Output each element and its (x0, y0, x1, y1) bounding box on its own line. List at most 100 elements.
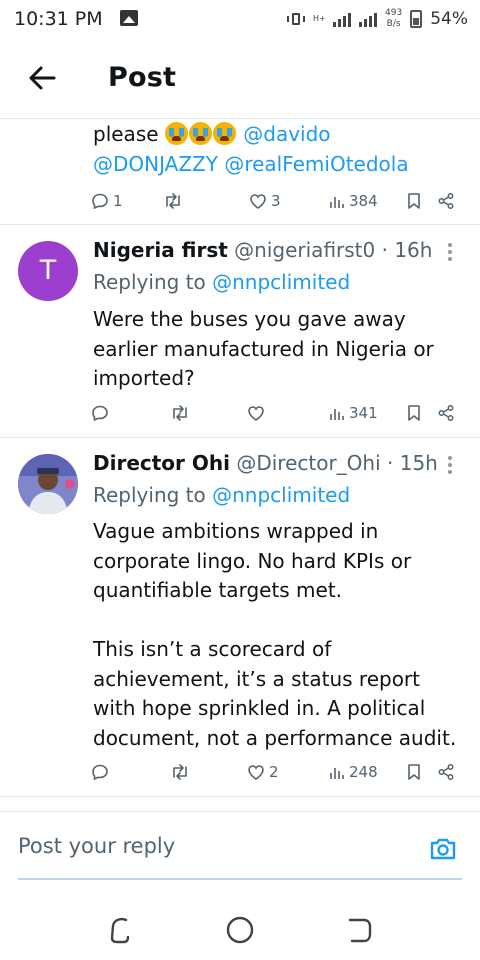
mention-link[interactable]: @davido (243, 122, 330, 146)
header-divider (0, 118, 480, 119)
replying-to: Replying to @nnpclimited (93, 270, 351, 294)
repost-button[interactable] (170, 401, 194, 425)
status-time: 10:31 PM (14, 8, 103, 30)
mention-link[interactable]: @nnpclimited (212, 483, 350, 507)
author-handle[interactable]: @nigeriafirst0 (234, 238, 375, 262)
repost-icon (173, 405, 187, 421)
battery-percent: 54% (430, 9, 468, 29)
crying-emoji (164, 122, 188, 145)
reply-button[interactable]: 1 (91, 189, 123, 213)
back-nav-icon (348, 918, 372, 943)
home-icon (226, 916, 254, 944)
repost-button[interactable] (163, 189, 187, 213)
share-icon (438, 405, 454, 421)
views-button[interactable]: 384 (329, 189, 378, 213)
tweet-divider (0, 796, 480, 797)
recents-icon (110, 917, 130, 944)
views-icon (330, 197, 344, 208)
reply-composer[interactable]: Post your reply (18, 824, 462, 880)
back-button[interactable] (26, 62, 58, 94)
crying-emoji (212, 122, 236, 145)
tweet-time: · 15h (387, 451, 438, 475)
reply-button[interactable] (91, 401, 113, 425)
like-count: 2 (269, 763, 279, 781)
reply-count: 1 (113, 192, 123, 210)
mention-link[interactable]: @DONJAZZY (93, 152, 218, 176)
repost-button[interactable] (170, 760, 194, 784)
like-count: 3 (271, 192, 281, 210)
tweet-divider (0, 437, 480, 438)
repost-icon (173, 764, 187, 780)
camera-button[interactable] (428, 834, 458, 864)
heart-icon (248, 405, 264, 421)
tweet-text: Were the buses you gave away earlier man… (93, 307, 434, 390)
signal-icon (359, 11, 378, 27)
composer-divider (0, 811, 480, 812)
tweet-divider (0, 224, 480, 225)
views-icon (330, 409, 344, 420)
bookmark-button[interactable] (407, 189, 421, 213)
tweet-author-row: Director Ohi @Director_Ohi · 15h (93, 451, 438, 479)
app-header: Post (0, 40, 480, 118)
bookmark-button[interactable] (407, 760, 421, 784)
like-button[interactable]: 2 (247, 760, 279, 784)
views-count: 248 (349, 763, 378, 781)
views-button[interactable]: 341 (329, 401, 378, 425)
signal-icon (333, 11, 352, 27)
tweet-actions: 1 3 384 (91, 189, 461, 213)
bookmark-icon (408, 405, 420, 421)
more-options-icon[interactable] (446, 243, 454, 265)
mention-link[interactable]: @realFemiOtedola (224, 152, 408, 176)
reply-icon (92, 405, 108, 422)
views-count: 341 (349, 404, 378, 422)
repost-icon (166, 193, 180, 209)
tweet-actions: 341 (91, 401, 461, 425)
avatar[interactable] (18, 454, 78, 514)
author-name[interactable]: Nigeria first (93, 238, 228, 262)
arrow-left-icon (29, 66, 56, 90)
tweet-text: Vague ambitions wrapped in corporate lin… (93, 519, 457, 750)
tweet-text: please @davido @DONJAZZY @realFemiOtedol… (93, 122, 409, 176)
avatar-photo (18, 454, 78, 514)
share-icon (438, 764, 454, 780)
composer-underline (18, 878, 462, 880)
replying-to: Replying to @nnpclimited (93, 483, 351, 507)
network-type: H+ (313, 14, 326, 23)
like-button[interactable]: 3 (249, 189, 281, 213)
reply-icon (92, 764, 108, 781)
status-bar: 10:31 PM H+ 493 B/s 54% (0, 0, 480, 40)
back-nav-button[interactable] (340, 910, 380, 950)
page-title: Post (108, 62, 177, 93)
bookmark-button[interactable] (407, 401, 421, 425)
mention-link[interactable]: @nnpclimited (212, 270, 350, 294)
recents-button[interactable] (100, 910, 140, 950)
heart-icon (250, 193, 266, 209)
views-icon (330, 768, 344, 779)
views-button[interactable]: 248 (329, 760, 378, 784)
share-button[interactable] (437, 760, 455, 784)
home-button[interactable] (220, 910, 260, 950)
reply-input[interactable]: Post your reply (18, 834, 175, 858)
tweet-actions: 2 248 (91, 760, 461, 784)
views-count: 384 (349, 192, 378, 210)
author-name[interactable]: Director Ohi (93, 451, 230, 475)
tweet-time: · 16h (381, 238, 433, 262)
bookmark-icon (408, 764, 420, 780)
author-handle[interactable]: @Director_Ohi (236, 451, 380, 475)
crying-emoji (188, 122, 212, 145)
more-options-icon[interactable] (446, 456, 454, 478)
gallery-icon (120, 10, 138, 26)
battery-icon (410, 10, 423, 28)
share-button[interactable] (437, 189, 455, 213)
reply-icon (92, 193, 108, 210)
reply-button[interactable] (91, 760, 113, 784)
share-icon (438, 193, 454, 209)
system-nav-bar (0, 900, 480, 960)
share-button[interactable] (437, 401, 455, 425)
like-button[interactable] (247, 401, 269, 425)
bookmark-icon (408, 193, 420, 209)
status-icons: H+ 493 B/s 54% (287, 4, 468, 34)
vibrate-icon (287, 11, 306, 27)
avatar[interactable]: T (18, 241, 78, 301)
network-speed: 493 B/s (385, 8, 403, 29)
